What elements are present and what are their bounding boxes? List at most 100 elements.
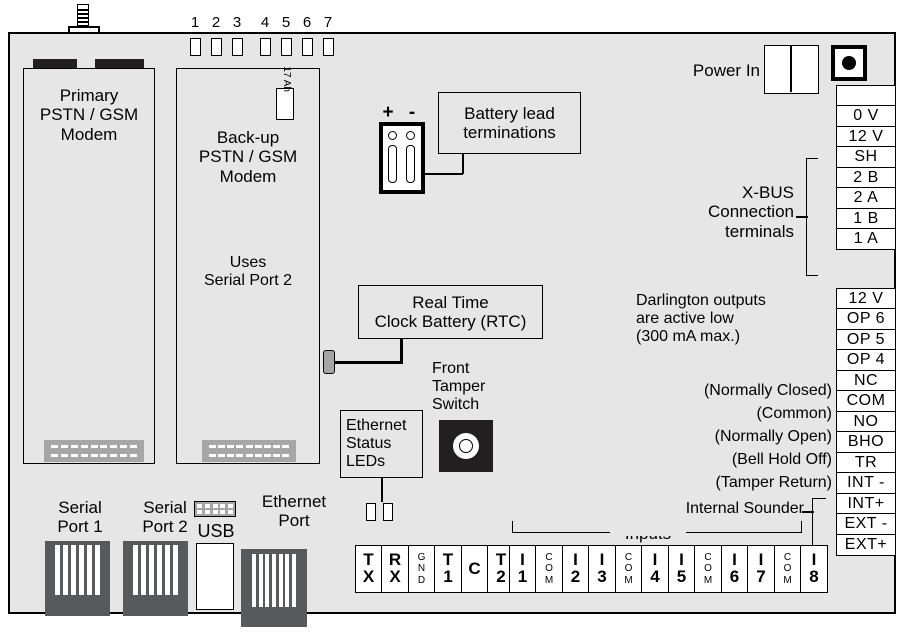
terminal-1-a[interactable]: 1 A [836, 228, 896, 250]
backup-modem-socket [202, 440, 296, 462]
serial-terminal-rx-1[interactable]: RX [381, 545, 409, 593]
serial-terminal-tx-0[interactable]: TX [354, 545, 383, 593]
terminal-12-v[interactable]: 12 V [836, 287, 896, 310]
front-tamper-switch-label: Front Tamper Switch [432, 360, 486, 414]
backup-modem-fuse-label: 17 Ah [281, 66, 292, 92]
serial-terminal-t1-3[interactable]: T1 [434, 545, 462, 593]
backup-modem-note: Uses Serial Port 2 [203, 254, 293, 290]
terminal-glyph: X [389, 567, 401, 586]
input-terminal-i7-9[interactable]: I7 [747, 545, 775, 593]
serial-terminal-gnd-2[interactable]: GND [407, 545, 436, 593]
terminal-glyph: 8 [809, 567, 819, 586]
serial-terminal-c-4[interactable]: C [460, 545, 489, 593]
battery-callout-leader-h [425, 173, 463, 175]
ethernet-led-2 [383, 503, 393, 521]
input-terminal-i3-3[interactable]: I3 [588, 545, 616, 593]
battery-lead-connector [379, 122, 425, 194]
terminal-glyph: 7 [756, 567, 766, 586]
serial-terminal-strip[interactable]: TXRXGNDT1CT2 [354, 545, 515, 593]
led-number-7: 7 [323, 14, 333, 31]
terminal-glyph: 1 [517, 567, 528, 586]
terminal-ext-[interactable]: EXT+ [836, 533, 896, 556]
status-led-6 [302, 38, 313, 56]
terminal-int-[interactable]: INT+ [836, 492, 896, 515]
terminal-glyph: D [417, 574, 426, 586]
terminal-bho[interactable]: BHO [836, 431, 896, 453]
input-terminal-com-4[interactable]: COM [614, 545, 643, 593]
terminal-glyph: M [544, 574, 554, 586]
inputs-bracket-cover [610, 518, 686, 536]
terminal-op-5[interactable]: OP 5 [836, 328, 896, 351]
input-terminal-i4-5[interactable]: I4 [641, 545, 669, 593]
terminal-0-v[interactable]: 0 V [836, 105, 896, 127]
terminal-tr[interactable]: TR [836, 451, 896, 474]
ethernet-port-label: Ethernet Port [261, 492, 327, 531]
terminal-glyph: 2 [496, 567, 506, 586]
terminal-ext-[interactable]: EXT - [836, 513, 896, 535]
input-terminal-i5-6[interactable]: I5 [667, 545, 696, 593]
battery-terminal-minus-label: - [408, 102, 416, 123]
terminal-glyph: X [362, 567, 375, 586]
terminal-glyph: C [624, 551, 633, 563]
usb-connector[interactable] [196, 543, 234, 610]
terminal-sh[interactable]: SH [836, 146, 896, 168]
terminal-12-v[interactable]: 12 V [836, 125, 896, 148]
power-in-label: Power In [692, 61, 760, 80]
input-terminal-com-7[interactable]: COM [694, 545, 722, 593]
input-terminal-i1-0[interactable]: I1 [508, 545, 537, 593]
terminal-no[interactable]: NO [836, 410, 896, 433]
output-terminal-block[interactable]: 12 V OP 6 OP 5 OP 4 NC COM NO BHO TR INT - INT+ EXT… [836, 287, 896, 556]
relay-note-com: (Common) [756, 405, 832, 422]
terminal-glyph: C [545, 551, 553, 563]
terminal-glyph: O [545, 563, 553, 575]
mounting-screw [75, 4, 91, 28]
terminal-2-b[interactable]: 2 B [836, 166, 896, 189]
input-terminal-com-10[interactable]: COM [773, 545, 802, 593]
ethernet-port-connector[interactable] [241, 549, 307, 627]
serial-port-1-connector[interactable] [45, 541, 110, 616]
relay-note-nc: (Normally Closed) [703, 382, 832, 399]
terminal-nc[interactable]: NC [836, 369, 896, 392]
input-terminal-i2-2[interactable]: I2 [561, 545, 590, 593]
terminal-1-b[interactable]: 1 B [836, 207, 896, 230]
terminal-glyph: M [783, 574, 792, 586]
terminal-glyph: G [417, 551, 426, 563]
input-terminal-i6-8[interactable]: I6 [720, 545, 749, 593]
primary-modem-socket [44, 440, 144, 462]
terminal-op-6[interactable]: OP 6 [836, 308, 896, 330]
status-led-2 [211, 38, 222, 56]
led-number-1: 1 [190, 14, 200, 31]
led-number-6: 6 [302, 14, 312, 31]
front-tamper-switch[interactable] [439, 420, 493, 472]
serial-port-1-label: Serial Port 1 [57, 498, 103, 537]
terminal-2-a[interactable]: 2 A [836, 187, 896, 209]
terminal-glyph: 4 [650, 567, 660, 586]
internal-sounder-bracket [812, 498, 826, 550]
input-terminal-com-1[interactable]: COM [535, 545, 563, 593]
usb-label: USB [197, 521, 235, 541]
internal-sounder-leader [802, 511, 814, 513]
rtc-battery-holder [323, 350, 335, 374]
terminal-com[interactable]: COM [836, 390, 896, 412]
xbus-terminal-block[interactable]: 0 V 12 V SH 2 B2 A1 B1 A [836, 84, 896, 250]
terminal-blank-0[interactable] [836, 84, 896, 107]
primary-modem-label: Primary PSTN / GSM Modem [39, 86, 139, 144]
darlington-note: Darlington outputs are active low (300 m… [636, 292, 766, 346]
ethernet-leds-leader [381, 478, 383, 502]
terminal-int-[interactable]: INT - [836, 472, 896, 494]
board-indicator-component [831, 45, 867, 81]
led-number-3: 3 [232, 14, 242, 31]
terminal-glyph: 1 [443, 567, 453, 586]
terminal-op-4[interactable]: OP 4 [836, 349, 896, 371]
relay-note-no: (Normally Open) [714, 428, 832, 445]
input-terminal-strip[interactable]: I1COMI2I3COMI4I5COMI6I7COMI8 [508, 545, 828, 593]
led-number-5: 5 [281, 14, 291, 31]
rtc-callout-box: Real Time Clock Battery (RTC) [358, 285, 543, 339]
relay-note-tr: (Tamper Return) [715, 474, 832, 491]
relay-note-bho: (Bell Hold Off) [731, 451, 832, 468]
serial-port-2-connector[interactable] [123, 541, 188, 616]
backup-modem-label: Back-up PSTN / GSM Modem [198, 128, 298, 186]
terminal-glyph: N [417, 563, 426, 575]
status-led-7 [323, 38, 334, 56]
input-terminal-i8-11[interactable]: I8 [800, 545, 828, 593]
